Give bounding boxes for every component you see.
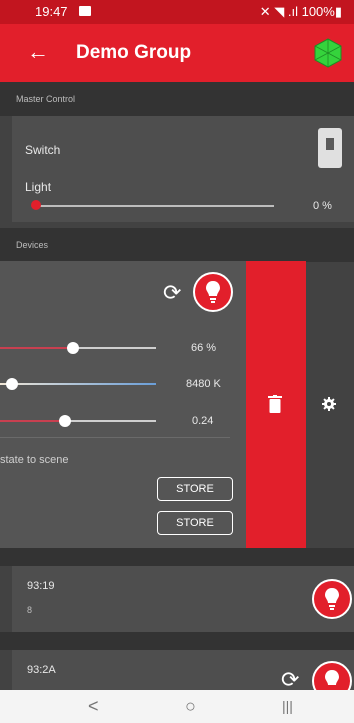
section-gap xyxy=(0,632,354,650)
switch-label: Switch xyxy=(25,143,61,157)
brightness-value: 66 % xyxy=(191,342,217,354)
status-bar: 19:47 ✕ ◥ .ıl 100%▮ xyxy=(0,0,354,24)
gallery-icon xyxy=(79,6,91,16)
light-label: Light xyxy=(25,180,52,194)
master-control-header: Master Control xyxy=(0,82,354,116)
scene-label: state to scene xyxy=(0,454,69,466)
device-name: 93:19 xyxy=(27,580,55,592)
refresh-icon[interactable]: ⟳ xyxy=(163,280,181,306)
master-control-label: Master Control xyxy=(16,94,76,104)
settings-gear-icon[interactable] xyxy=(322,397,336,411)
logo-icon[interactable] xyxy=(314,38,342,68)
status-indicators: ✕ ◥ .ıl 100%▮ xyxy=(259,4,342,19)
device-subtitle: 8 xyxy=(27,605,33,615)
third-value: 0.24 xyxy=(192,415,214,427)
third-slider-thumb[interactable] xyxy=(59,415,71,427)
third-slider-fill xyxy=(0,420,65,422)
master-light-value: 0 % xyxy=(313,200,332,212)
master-light-slider-track[interactable] xyxy=(36,205,274,207)
brightness-slider-fill xyxy=(0,347,73,349)
divider xyxy=(0,437,230,438)
trash-icon xyxy=(268,395,282,413)
nav-back-button[interactable]: < xyxy=(88,696,99,717)
bulb-toggle-button[interactable] xyxy=(193,272,233,312)
status-time: 19:47 xyxy=(35,4,68,19)
nav-recents-button[interactable]: ||| xyxy=(282,698,293,714)
switch-knob xyxy=(326,138,334,150)
temperature-slider-thumb[interactable] xyxy=(6,378,18,390)
brightness-slider-thumb[interactable] xyxy=(67,342,79,354)
store-button-2[interactable]: STORE xyxy=(157,511,233,535)
temperature-value: 8480 K xyxy=(186,378,221,390)
delete-panel[interactable] xyxy=(246,261,306,548)
brightness-slider-track[interactable] xyxy=(73,347,156,349)
device-item[interactable] xyxy=(12,650,354,690)
bulb-icon xyxy=(206,281,220,303)
nav-home-button[interactable]: ○ xyxy=(185,696,196,717)
third-slider-track[interactable] xyxy=(65,420,156,422)
device-name: 93:2A xyxy=(27,664,56,676)
master-light-slider-thumb[interactable] xyxy=(31,200,41,210)
device-bulb-button[interactable] xyxy=(312,579,352,619)
devices-header: Devices xyxy=(0,228,354,262)
device-item[interactable] xyxy=(12,566,354,632)
section-gap xyxy=(0,548,354,566)
page-title: Demo Group xyxy=(76,42,192,63)
app-bar: ← Demo Group xyxy=(0,24,354,82)
devices-label: Devices xyxy=(16,240,49,250)
master-switch-toggle[interactable] xyxy=(318,128,342,168)
store-button-1[interactable]: STORE xyxy=(157,477,233,501)
system-nav-bar: < ○ ||| xyxy=(0,690,354,723)
bulb-icon xyxy=(325,588,339,610)
back-arrow-icon[interactable]: ← xyxy=(27,39,49,65)
temperature-slider-track[interactable] xyxy=(0,383,156,385)
